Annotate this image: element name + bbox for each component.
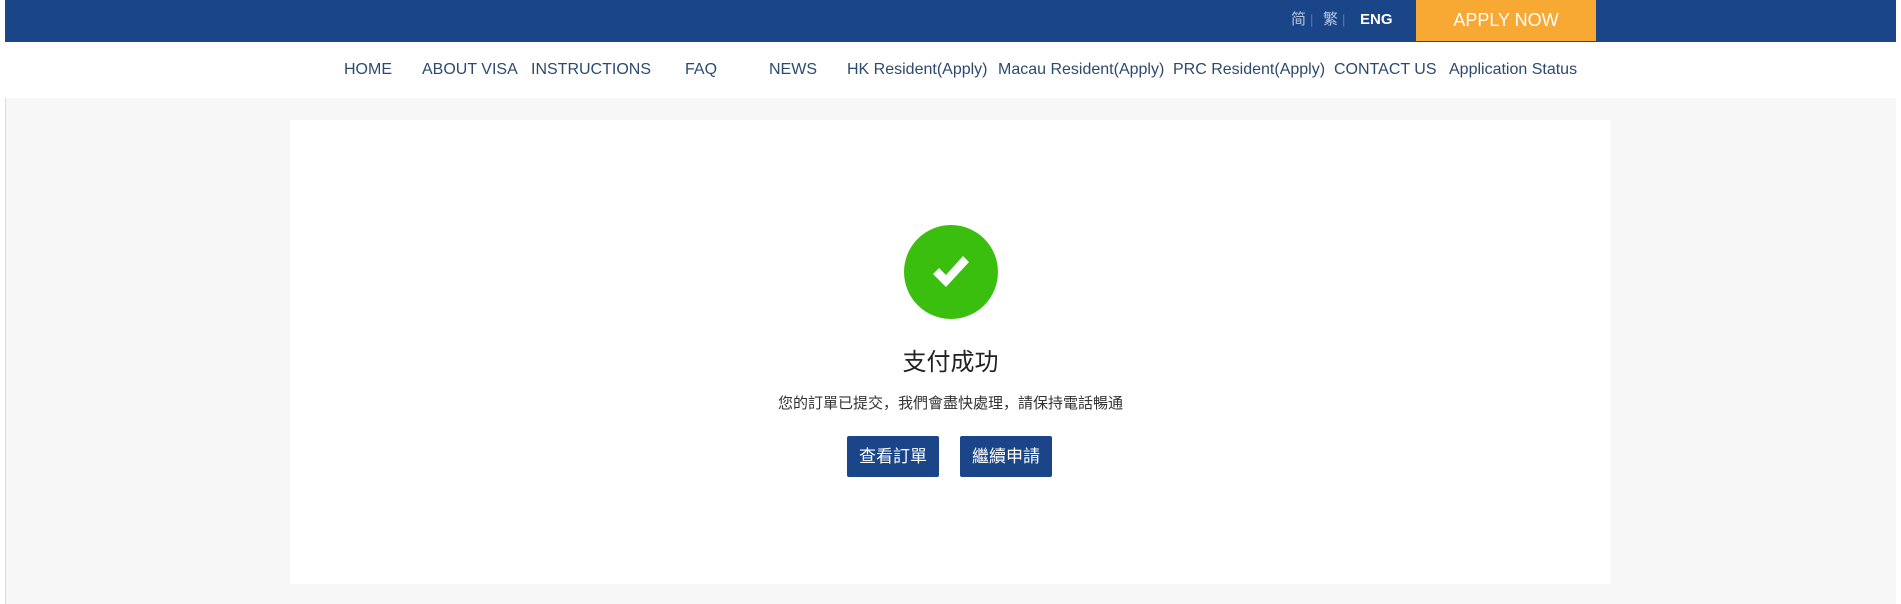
continue-apply-button[interactable]: 繼續申請: [960, 436, 1052, 477]
view-order-button[interactable]: 查看訂單: [847, 436, 939, 477]
lang-simplified[interactable]: 简: [1291, 0, 1306, 40]
nav-application-status[interactable]: Application Status: [1449, 61, 1577, 79]
lang-separator: |: [1310, 12, 1314, 27]
payment-success-title: 支付成功: [902, 349, 999, 376]
nav-about-visa[interactable]: ABOUT VISA: [422, 61, 518, 79]
nav-instructions[interactable]: INSTRUCTIONS: [531, 61, 651, 79]
top-bar: 简 | 繁 | ENG APPLY NOW: [5, 0, 1896, 42]
payment-result-card: 支付成功 您的訂單已提交，我們會盡快處理，請保持電話暢通 查看訂單 繼續申請: [290, 120, 1611, 584]
checkmark-icon: [933, 256, 969, 287]
check-circle-icon: [904, 225, 998, 319]
nav-contact-us[interactable]: CONTACT US: [1334, 61, 1437, 79]
lang-separator: |: [1342, 12, 1346, 27]
nav-hk-resident-apply[interactable]: HK Resident(Apply): [847, 61, 988, 79]
nav-news[interactable]: NEWS: [769, 61, 817, 79]
payment-success-message: 您的訂單已提交，我們會盡快處理，請保持電話暢通: [777, 395, 1123, 412]
lang-traditional[interactable]: 繁: [1323, 0, 1338, 40]
nav-home[interactable]: HOME: [344, 61, 392, 79]
nav-faq[interactable]: FAQ: [685, 61, 717, 79]
nav-macau-resident-apply[interactable]: Macau Resident(Apply): [998, 61, 1164, 79]
main-nav: HOME ABOUT VISA INSTRUCTIONS FAQ NEWS HK…: [5, 42, 1896, 98]
nav-prc-resident-apply[interactable]: PRC Resident(Apply): [1173, 61, 1325, 79]
window-right-edge: [1896, 0, 1901, 604]
lang-english[interactable]: ENG: [1360, 0, 1393, 40]
apply-now-button[interactable]: APPLY NOW: [1416, 0, 1596, 41]
